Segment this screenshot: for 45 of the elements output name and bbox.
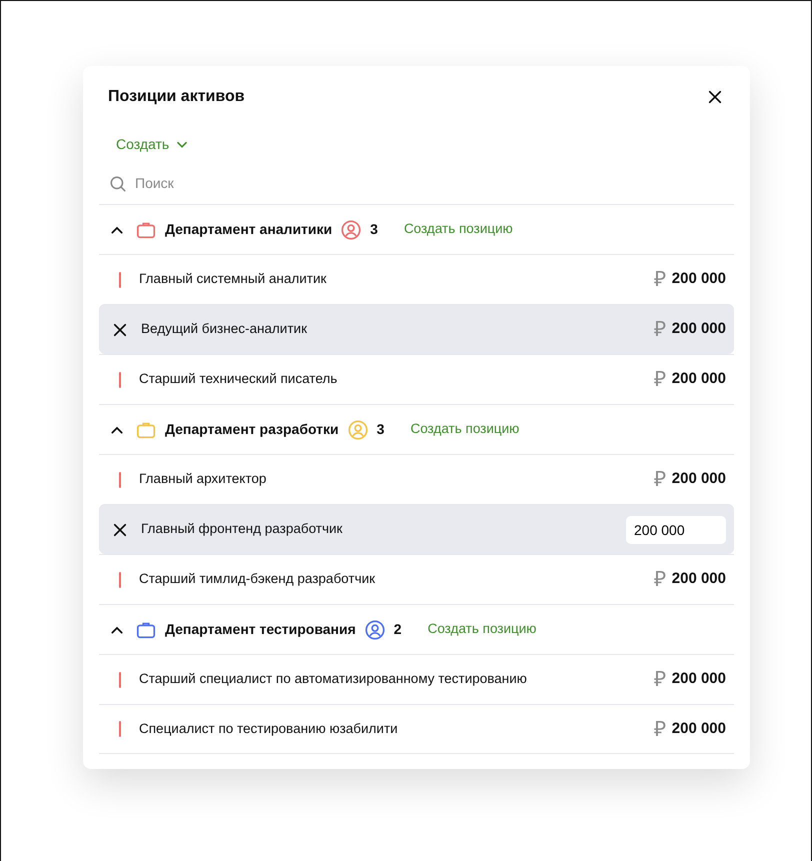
dialog-title: Позиции активов	[108, 87, 245, 107]
amount: 200 000	[672, 569, 726, 590]
ruble-sign: ₽	[654, 569, 666, 590]
amount: 200 000	[672, 669, 726, 690]
amount: 200 000	[672, 469, 726, 490]
position-row[interactable]: Старший технический писатель ₽ 200 000	[99, 354, 734, 404]
position-title: Старший тимлид-бэкенд разработчик	[139, 570, 376, 588]
position-title: Специалист по тестированию юзабилити	[139, 720, 399, 738]
position-row[interactable]: Старший тимлид-бэкенд разработчик ₽ 200 000	[99, 554, 734, 604]
amount: 200 000	[672, 269, 726, 290]
department-name: Департамент разработки	[165, 420, 339, 439]
amount-field[interactable]: 200 000	[626, 516, 726, 544]
close-icon	[706, 88, 724, 106]
position-title: Главный системный аналитик	[139, 270, 328, 288]
create-position-link[interactable]: Создать позицию	[410, 419, 520, 440]
position-title: Главный фронтенд разработчик	[141, 520, 344, 538]
ruble-sign: ₽	[654, 469, 666, 490]
amount: 200 000	[672, 319, 726, 340]
position-title: Ведущий бизнес-аналитик	[141, 320, 308, 338]
person-icon	[346, 418, 369, 440]
create-dropdown[interactable]: Создать	[116, 134, 190, 155]
member-count: 3	[370, 220, 378, 239]
ruble-sign: ₽	[654, 718, 666, 740]
position-row[interactable]: Ведущий бизнес-аналитик ₽ 200 000	[99, 304, 734, 354]
ruble-sign: ₽	[654, 369, 666, 390]
position-title: Главный архитектор	[139, 470, 268, 488]
member-count: 3	[376, 420, 384, 439]
position-title: Старший технический писатель	[139, 370, 338, 388]
position-row[interactable]: Главный фронтенд разработчик 200 000	[99, 504, 734, 554]
person-icon	[364, 618, 386, 640]
member-count: 2	[394, 620, 402, 639]
ruble-sign: ₽	[654, 269, 666, 290]
create-position-link[interactable]: Создать позицию	[404, 219, 513, 240]
ruble-sign: ₽	[654, 669, 666, 690]
position-title: Старший специалист по автоматизированному тестированию	[139, 670, 528, 688]
amount: 200 000	[672, 718, 726, 739]
amount: 200 000	[672, 369, 726, 390]
department-name: Департамент тестирования	[165, 620, 356, 639]
position-row[interactable]: Старший специалист по автоматизированному тестированию ₽ 200 000	[99, 654, 734, 704]
person-icon	[340, 218, 362, 240]
create-position-link[interactable]: Создать позицию	[428, 619, 536, 640]
department-name: Департамент аналитики	[165, 220, 332, 239]
ruble-sign: ₽	[654, 319, 666, 340]
search-icon	[109, 174, 127, 192]
position-row[interactable]: Специалист по тестированию юзабилити ₽ 200 000	[99, 704, 734, 754]
